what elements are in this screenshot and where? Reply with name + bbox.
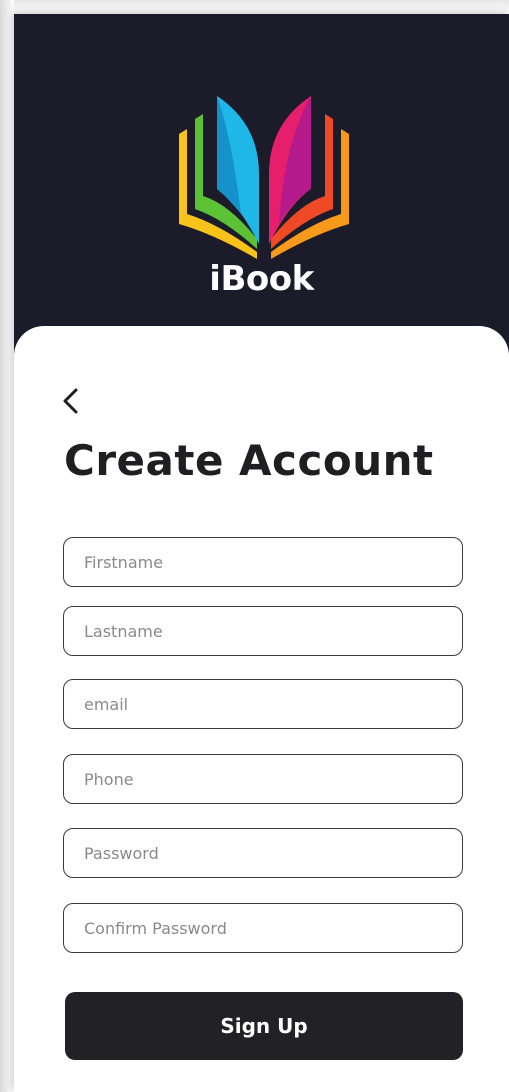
book-logo-icon <box>179 96 349 259</box>
lastname-field[interactable] <box>63 606 463 656</box>
page-title: Create Account <box>64 436 434 485</box>
password-field[interactable] <box>63 828 463 878</box>
frame-shadow <box>0 0 509 14</box>
email-field[interactable] <box>63 679 463 729</box>
frame-shadow <box>0 0 14 1092</box>
chevron-left-icon[interactable] <box>60 386 82 416</box>
phone-field[interactable] <box>63 754 463 804</box>
firstname-field[interactable] <box>63 537 463 587</box>
phone-screen: iBook Create Account Sign Up <box>14 14 509 1092</box>
confirm-password-field[interactable] <box>63 903 463 953</box>
sign-up-button[interactable]: Sign Up <box>65 992 463 1060</box>
app-header: iBook <box>14 14 509 354</box>
brand-name: iBook <box>209 259 314 299</box>
